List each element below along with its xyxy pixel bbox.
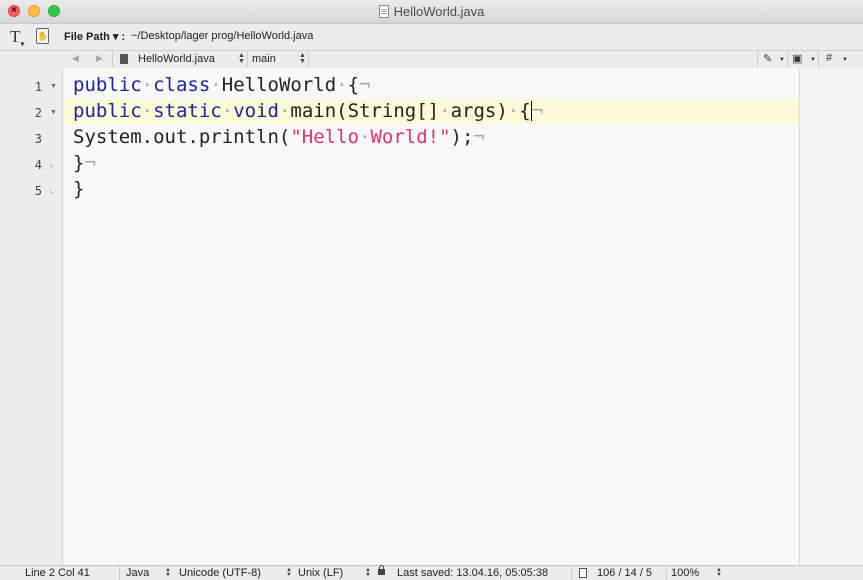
file-popup[interactable]: HelloWorld.java <box>138 53 215 65</box>
divider <box>666 566 667 580</box>
invisible-character: · <box>336 74 348 96</box>
code-token: System.out.println( <box>73 126 291 148</box>
lock-icon[interactable] <box>378 565 385 575</box>
line-endings-popup[interactable]: Unix (LF) <box>298 567 343 579</box>
invisible-character: ¬ <box>473 126 485 148</box>
syntax-language-popup[interactable]: Java <box>126 567 149 579</box>
string-token: World!" <box>370 126 451 148</box>
line-number: 2 <box>34 106 42 120</box>
code-token: main(String[] <box>290 100 440 122</box>
code-editor[interactable]: public·class·HelloWorld·{¬ public·static·… <box>63 68 799 565</box>
function-popup-arrows-icon[interactable]: ▲ ▼ <box>299 52 306 65</box>
document-tools-icon[interactable]: ▣ <box>792 52 802 65</box>
code-token: args) <box>450 100 508 122</box>
zoom-level[interactable]: 100% <box>671 567 699 579</box>
invisible-character: ¬ <box>84 152 96 174</box>
keyword-token: class <box>153 74 211 96</box>
vertical-scrollbar[interactable] <box>799 68 863 565</box>
divider <box>112 51 113 68</box>
page-icon <box>579 568 587 578</box>
chevron-down-icon[interactable]: ▼ <box>842 57 848 63</box>
text-options-icon[interactable]: T▾ <box>10 27 24 48</box>
status-bar: Line 2 Col 41 Java ▲ ▼ Unicode (UTF-8) ▲ ▼… <box>0 565 863 580</box>
syntax-popup-arrows-icon[interactable]: ▲ ▼ <box>165 567 171 578</box>
chevron-down-icon[interactable]: ▼ <box>810 57 816 63</box>
divider <box>571 566 572 580</box>
hand-icon[interactable]: ✋ <box>36 28 49 44</box>
title-bar: × HelloWorld.java <box>0 0 863 24</box>
navigation-bar: ◀ ▶ HelloWorld.java ▲ ▼ main ▲ ▼ ✎ ▼ ▣ ▼ #… <box>0 50 863 69</box>
hash-icon[interactable]: # <box>826 52 832 64</box>
code-line[interactable]: } <box>73 176 84 202</box>
code-token: { <box>519 100 531 122</box>
chevron-down-icon[interactable]: ▼ <box>779 57 785 63</box>
back-arrow-icon[interactable]: ◀ <box>72 53 79 64</box>
code-token: } <box>73 152 85 174</box>
line-endings-popup-arrows-icon[interactable]: ▲ ▼ <box>365 567 371 578</box>
invisible-character: · <box>141 74 154 96</box>
keyword-token: void <box>233 100 279 122</box>
divider <box>818 51 819 68</box>
encoding-popup-arrows-icon[interactable]: ▲ ▼ <box>286 567 292 578</box>
function-popup[interactable]: main <box>252 53 276 65</box>
line-number: 5 <box>34 184 42 198</box>
invisible-character: · <box>507 100 520 122</box>
invisible-character: · <box>210 74 222 96</box>
invisible-character: · <box>221 100 234 122</box>
editor-window: × HelloWorld.java T▾ ✋ File Path ▾ : ~/D… <box>0 0 863 580</box>
fold-triangle-icon[interactable]: ▼ <box>50 109 57 116</box>
line-number: 4 <box>34 158 42 172</box>
cursor-position[interactable]: Line 2 Col 41 <box>25 567 90 579</box>
file-popup-arrows-icon[interactable]: ▲ ▼ <box>238 52 245 65</box>
window-title-area: HelloWorld.java <box>0 0 863 23</box>
divider <box>787 51 788 68</box>
zoom-popup-arrows-icon[interactable]: ▲ ▼ <box>716 567 722 578</box>
invisible-character: ¬ <box>531 100 544 122</box>
code-token: } <box>73 178 85 200</box>
keyword-token: public <box>73 100 142 122</box>
pen-icon[interactable]: ✎ <box>763 52 772 65</box>
code-line[interactable]: public·class·HelloWorld·{¬ <box>73 72 371 98</box>
invisible-character: · <box>439 100 451 122</box>
line-number: 3 <box>34 132 42 146</box>
toolbar: T▾ ✋ File Path ▾ : ~/Desktop/lager prog/… <box>0 24 863 49</box>
document-icon[interactable] <box>378 5 389 18</box>
divider <box>119 566 120 580</box>
file-icon <box>120 54 128 64</box>
code-line[interactable]: System.out.println("Hello·World!");¬ <box>73 124 485 150</box>
forward-arrow-icon[interactable]: ▶ <box>96 53 103 64</box>
line-number-gutter[interactable]: 1 ▼ 2 ▼ 3 4 ⌞ 5 ⌞ <box>0 68 63 565</box>
divider <box>308 51 309 68</box>
keyword-token: public <box>73 74 142 96</box>
keyword-token: static <box>153 100 222 122</box>
code-token: ); <box>450 126 474 148</box>
fold-end-icon: ⌞ <box>50 161 54 168</box>
invisible-character: · <box>141 100 154 122</box>
invisible-character: ¬ <box>359 74 371 96</box>
last-saved: Last saved: 13.04.16, 05:05:38 <box>397 567 549 579</box>
encoding-popup[interactable]: Unicode (UTF-8) <box>179 567 261 579</box>
invisible-character: · <box>358 126 371 148</box>
code-line[interactable]: }¬ <box>73 150 96 176</box>
file-path-menu[interactable]: File Path ▾ : <box>64 30 125 43</box>
string-token: "Hello <box>290 126 359 148</box>
line-number: 1 <box>34 80 42 94</box>
window-title: HelloWorld.java <box>393 4 485 19</box>
fold-triangle-icon[interactable]: ▼ <box>50 83 57 90</box>
file-path-value: ~/Desktop/lager prog/HelloWorld.java <box>131 30 314 42</box>
fold-end-icon: ⌞ <box>50 187 54 194</box>
code-token: { <box>347 74 360 96</box>
code-token: HelloWorld <box>221 74 337 96</box>
document-statistics: 106 / 14 / 5 <box>597 567 653 579</box>
code-line[interactable]: public·static·void·main(String[]·args)·{… <box>73 98 543 124</box>
divider <box>757 51 758 68</box>
invisible-character: · <box>278 100 291 122</box>
divider <box>247 51 248 68</box>
